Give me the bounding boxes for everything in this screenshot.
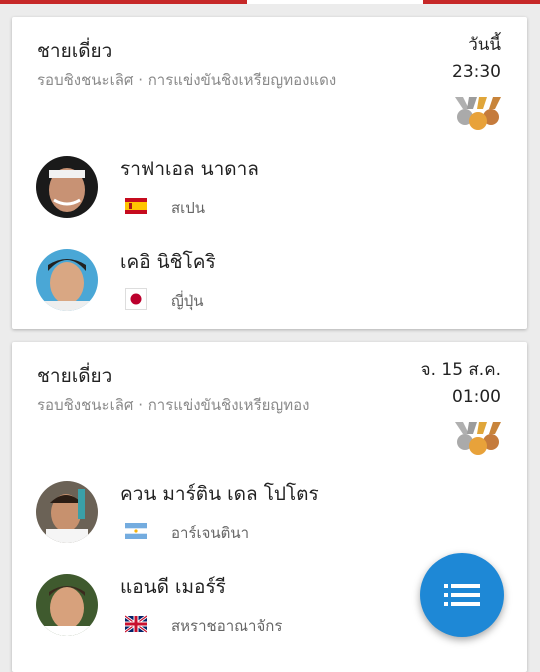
match-day: วันนี้: [468, 35, 501, 55]
match-time: 01:00: [452, 387, 501, 407]
athlete-name: เคอิ นิชิโคริ: [120, 251, 216, 273]
event-title: ชายเดี่ยว: [37, 365, 113, 387]
athlete-avatar: [36, 574, 98, 636]
athlete-avatar: [36, 249, 98, 311]
athlete-avatar: [36, 156, 98, 218]
tab-indicator: [247, 0, 423, 4]
athlete-row[interactable]: ราฟาเอล นาดาล สเปน: [36, 156, 476, 220]
match-day: จ. 15 ส.ค.: [420, 360, 501, 380]
list-fab-button[interactable]: [420, 553, 504, 637]
athlete-row[interactable]: แอนดี เมอร์รี สหราชอาณาจักร: [36, 574, 476, 638]
athlete-country: อาร์เจนตินา: [171, 524, 250, 542]
athlete-avatar: [36, 481, 98, 543]
athlete-country: สหราชอาณาจักร: [171, 617, 283, 635]
spain-flag-icon: [125, 195, 147, 217]
athlete-name: แอนดี เมอร์รี: [120, 576, 226, 598]
argentina-flag-icon: [125, 520, 147, 542]
medals-icon: [455, 95, 501, 131]
event-title: ชายเดี่ยว: [37, 40, 113, 62]
athlete-name: ราฟาเอล นาดาล: [120, 158, 259, 180]
match-time: 23:30: [452, 62, 501, 82]
medals-icon: [455, 420, 501, 456]
uk-flag-icon: [124, 613, 148, 635]
athlete-row[interactable]: ควน มาร์ติน เดล โปโตร อาร์เจนตินา: [36, 481, 476, 545]
list-icon: [444, 584, 480, 606]
app-bar: [0, 0, 540, 4]
athlete-name: ควน มาร์ติน เดล โปโตร: [120, 483, 319, 505]
round-label: รอบชิงชนะเลิศ · การแข่งขันชิงเหรียญทองแด…: [37, 71, 337, 89]
athlete-country: สเปน: [171, 199, 206, 217]
athlete-row[interactable]: เคอิ นิชิโคริ ญี่ปุ่น: [36, 249, 476, 313]
athlete-country: ญี่ปุ่น: [171, 292, 204, 310]
match-card[interactable]: ชายเดี่ยว รอบชิงชนะเลิศ · การแข่งขันชิงเ…: [12, 17, 527, 329]
japan-flag-icon: [125, 288, 147, 310]
round-label: รอบชิงชนะเลิศ · การแข่งขันชิงเหรียญทอง: [37, 396, 310, 414]
